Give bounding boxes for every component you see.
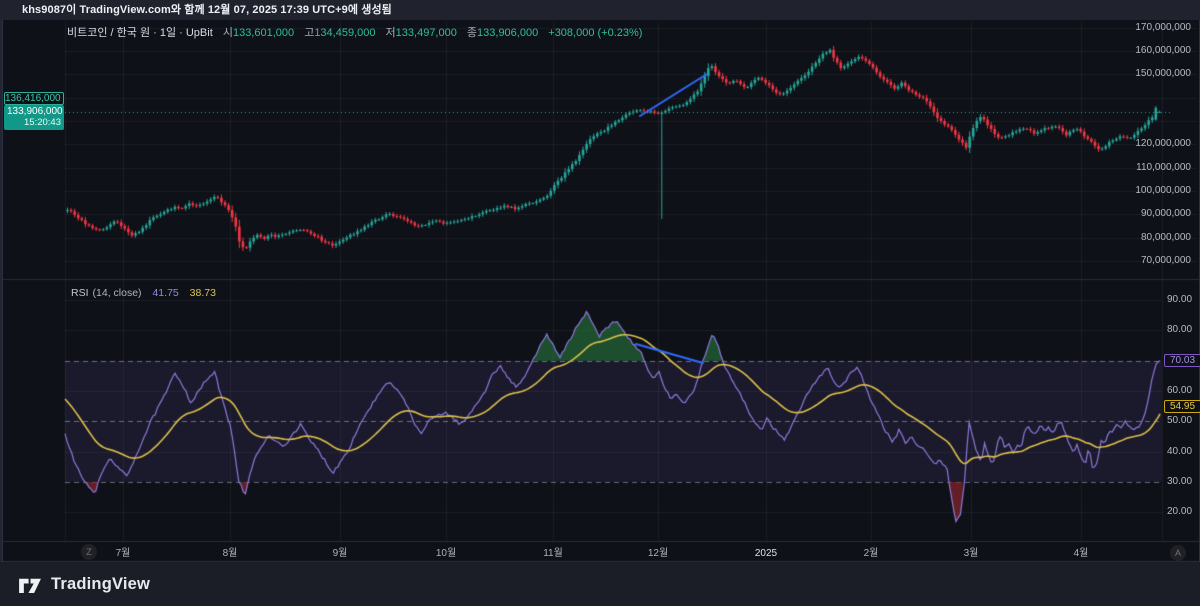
time-axis-tick: 11월 <box>543 548 563 559</box>
time-axis-tick: 3월 <box>963 548 979 559</box>
time-axis-tick: 2월 <box>863 548 879 559</box>
attribution-bar: khs9087이 TradingView.com와 함께 12월 07, 202… <box>0 0 1200 20</box>
time-axis[interactable] <box>3 541 1199 562</box>
rsi-params: (14, close) <box>92 287 142 299</box>
close-value: 133,906,000 <box>477 27 539 39</box>
tradingview-wordmark[interactable]: TradingView <box>51 575 150 594</box>
time-axis-tick: 2025 <box>754 548 778 559</box>
price-axis-label: 100,000,000 <box>1135 184 1191 196</box>
low-value: 133,497,000 <box>395 27 457 39</box>
price-axis-label: 70,000,000 <box>1140 254 1191 266</box>
time-axis-tick: 7월 <box>115 548 131 559</box>
time-axis-tick: 4월 <box>1073 548 1089 559</box>
rsi-axis[interactable] <box>1162 20 1199 541</box>
rsi-title[interactable]: RSI <box>71 287 89 299</box>
change-value: +308,000 (+0.23%) <box>548 27 643 39</box>
high-value: 134,459,000 <box>314 27 376 39</box>
rsi-ma-value: 38.73 <box>189 287 216 299</box>
rsi-value: 41.75 <box>152 287 179 299</box>
attribution-text: khs9087이 TradingView.com와 함께 12월 07, 202… <box>22 4 392 16</box>
timezone-button[interactable]: Z <box>81 544 97 560</box>
symbol-title[interactable]: 비트코인 / 한국 원 · 1일 · UpBit <box>67 27 213 39</box>
time-axis-tick: 8월 <box>222 548 238 559</box>
open-label: 시 <box>222 27 233 39</box>
last-price: 133,906,000 <box>7 106 63 118</box>
symbol-legend: 비트코인 / 한국 원 · 1일 · UpBit 시133,601,000 고1… <box>67 24 642 40</box>
rsi-axis-label: 90.00 <box>1167 294 1193 305</box>
high-label: 고 <box>304 27 315 39</box>
price-axis-label: 120,000,000 <box>1135 138 1191 150</box>
time-axis-tick: 9월 <box>332 548 348 559</box>
price-axis-label: 150,000,000 <box>1135 68 1191 80</box>
last-price-countdown-badge: 133,906,000 15:20:43 <box>4 105 64 131</box>
rsi-legend: RSI (14, close) 41.75 38.73 <box>71 287 216 299</box>
price-high-line-badge: 136,416,000 <box>4 92 64 106</box>
tradingview-logo-icon[interactable] <box>18 575 43 594</box>
rsi-axis-label: 50.00 <box>1167 415 1193 427</box>
chart-region: 비트코인 / 한국 원 · 1일 · UpBit 시133,601,000 고1… <box>2 20 1200 562</box>
price-axis-label: 110,000,000 <box>1136 161 1191 173</box>
rsi-axis-label: 80.00 <box>1167 324 1193 336</box>
time-axis-tick: 12월 <box>647 548 669 559</box>
rsi-axis-label: 40.00 <box>1167 445 1193 457</box>
rsi-last-value-badge: 70.03 <box>1164 354 1200 368</box>
rsi-axis-label: 30.00 <box>1167 475 1193 487</box>
auto-scale-button[interactable]: A <box>1170 545 1186 561</box>
low-label: 저 <box>385 27 396 39</box>
rsi-axis-label: 20.00 <box>1167 506 1193 518</box>
time-axis-tick: 10월 <box>435 548 457 559</box>
price-axis-label: 80,000,000 <box>1140 231 1191 243</box>
price-axis-label: 160,000,000 <box>1135 45 1191 56</box>
rsi-ma-last-value-badge: 54.95 <box>1164 399 1200 413</box>
footer-bar: TradingView <box>0 562 1200 606</box>
close-label: 종 <box>466 27 478 39</box>
price-axis-label: 170,000,000 <box>1135 21 1191 33</box>
bar-countdown: 15:20:43 <box>24 117 61 129</box>
open-value: 133,601,000 <box>232 27 295 39</box>
rsi-axis-label: 60.00 <box>1167 384 1193 396</box>
price-axis-label: 90,000,000 <box>1140 208 1191 220</box>
